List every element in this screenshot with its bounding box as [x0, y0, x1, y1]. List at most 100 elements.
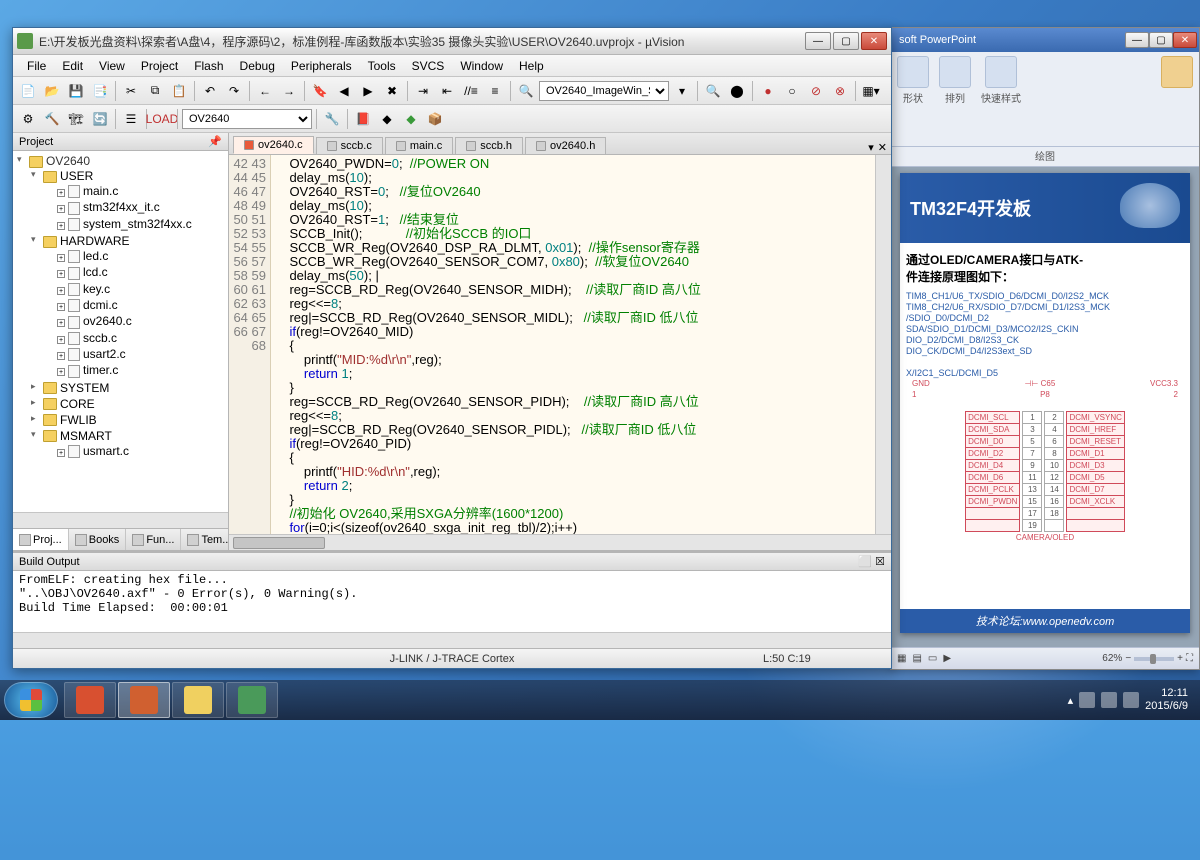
- redo-icon[interactable]: ↷: [223, 80, 245, 102]
- nav-back-icon[interactable]: ←: [254, 80, 276, 102]
- options-icon[interactable]: 🔧: [321, 108, 343, 130]
- tray-expand-icon[interactable]: ▴: [1068, 694, 1074, 707]
- tree-file[interactable]: +led.c: [43, 248, 226, 264]
- ppt-view-sorter-icon[interactable]: ▤: [912, 653, 921, 664]
- open-file-icon[interactable]: 📂: [41, 80, 63, 102]
- tree-group-system[interactable]: SYSTEM: [29, 380, 226, 396]
- task-powerpoint[interactable]: [118, 682, 170, 718]
- tab-list-dropdown-icon[interactable]: ▾: [868, 141, 874, 154]
- save-all-icon[interactable]: 📑: [89, 80, 111, 102]
- tree-file[interactable]: +key.c: [43, 281, 226, 297]
- tree-file[interactable]: +stm32f4xx_it.c: [43, 199, 226, 215]
- tree-group-msmart[interactable]: MSMART+usmart.c: [29, 428, 226, 460]
- ribbon-group[interactable]: 快速样式: [981, 56, 1021, 105]
- menu-svcs[interactable]: SVCS: [404, 59, 453, 73]
- tree-file[interactable]: +usmart.c: [43, 443, 226, 459]
- menu-flash[interactable]: Flash: [186, 59, 231, 73]
- bottom-tab[interactable]: Fun...: [126, 529, 181, 550]
- manage-books-icon[interactable]: 📕: [352, 108, 374, 130]
- manage-rte-icon[interactable]: ◆: [400, 108, 422, 130]
- editor-hscrollbar[interactable]: [229, 534, 891, 550]
- paste-icon[interactable]: 📋: [168, 80, 190, 102]
- build-icon[interactable]: 🔨: [41, 108, 63, 130]
- menu-tools[interactable]: Tools: [360, 59, 404, 73]
- tab-close-icon[interactable]: ✕: [878, 141, 887, 154]
- menu-help[interactable]: Help: [511, 59, 552, 73]
- tree-group-user[interactable]: USER+main.c+stm32f4xx_it.c+system_stm32f…: [29, 168, 226, 233]
- batch-build-icon[interactable]: ☰: [120, 108, 142, 130]
- pack-installer-icon[interactable]: 📦: [424, 108, 446, 130]
- tree-hscrollbar[interactable]: [13, 512, 228, 528]
- undo-icon[interactable]: ↶: [199, 80, 221, 102]
- ppt-close-button[interactable]: ✕: [1173, 32, 1197, 48]
- taskbar-clock[interactable]: 12:11 2015/6/9: [1145, 687, 1188, 713]
- outdent-icon[interactable]: ⇤: [436, 80, 458, 102]
- tray-network-icon[interactable]: [1101, 692, 1117, 708]
- bookmark-next-icon[interactable]: ▶: [357, 80, 379, 102]
- task-explorer[interactable]: [172, 682, 224, 718]
- zoom-in-icon[interactable]: +: [1177, 653, 1183, 664]
- ppt-slide-area[interactable]: TM32F4开发板 通过OLED/CAMERA接口与ATK- 件连接原理图如下：…: [891, 167, 1199, 647]
- tree-file[interactable]: +dcmi.c: [43, 297, 226, 313]
- bottom-tab[interactable]: Proj...: [13, 529, 69, 550]
- debug-icon[interactable]: 🔍: [702, 80, 724, 102]
- zoom-slider[interactable]: [1134, 657, 1174, 661]
- bookmark-icon[interactable]: 🔖: [309, 80, 331, 102]
- tray-flag-icon[interactable]: [1079, 692, 1095, 708]
- menu-debug[interactable]: Debug: [232, 59, 283, 73]
- menu-file[interactable]: File: [19, 59, 54, 73]
- tray-volume-icon[interactable]: [1123, 692, 1139, 708]
- zoom-out-icon[interactable]: −: [1125, 653, 1131, 664]
- build-output-body[interactable]: FromELF: creating hex file... "..\OBJ\OV…: [13, 571, 891, 632]
- indent-icon[interactable]: ⇥: [412, 80, 434, 102]
- nav-forward-icon[interactable]: →: [278, 80, 300, 102]
- ppt-maximize-button[interactable]: ▢: [1149, 32, 1173, 48]
- ribbon-group[interactable]: 排列: [939, 56, 971, 105]
- uncomment-icon[interactable]: ≡: [484, 80, 506, 102]
- tree-group-fwlib[interactable]: FWLIB: [29, 412, 226, 428]
- ppt-view-normal-icon[interactable]: ▦: [897, 653, 906, 664]
- menu-window[interactable]: Window: [452, 59, 511, 73]
- rebuild-icon[interactable]: 🔄: [89, 108, 111, 130]
- project-tree[interactable]: OV2640USER+main.c+stm32f4xx_it.c+system_…: [13, 151, 228, 512]
- enable-breakpoint-icon[interactable]: ○: [781, 80, 803, 102]
- editor-vscrollbar[interactable]: [875, 155, 891, 534]
- tree-file[interactable]: +timer.c: [43, 362, 226, 378]
- fit-icon[interactable]: ⛶: [1186, 653, 1193, 664]
- menu-view[interactable]: View: [91, 59, 133, 73]
- find-in-files-icon[interactable]: 🔍: [515, 80, 537, 102]
- menu-peripherals[interactable]: Peripherals: [283, 59, 360, 73]
- close-button[interactable]: ✕: [861, 32, 887, 50]
- menu-project[interactable]: Project: [133, 59, 186, 73]
- task-pdf[interactable]: [64, 682, 116, 718]
- file-tab[interactable]: sccb.h: [455, 137, 523, 154]
- window-layout-icon[interactable]: ▦▾: [860, 80, 882, 102]
- comment-icon[interactable]: //≡: [460, 80, 482, 102]
- translate-icon[interactable]: ⚙: [17, 108, 39, 130]
- code-view[interactable]: 42 43 44 45 46 47 48 49 50 51 52 53 54 5…: [229, 155, 891, 534]
- find-next-icon[interactable]: ▾: [671, 80, 693, 102]
- menu-edit[interactable]: Edit: [54, 59, 91, 73]
- file-tab[interactable]: ov2640.c: [233, 136, 314, 154]
- build-close-icon[interactable]: ☒: [875, 556, 885, 568]
- build-pin-icon[interactable]: ⬜: [858, 556, 872, 568]
- new-file-icon[interactable]: 📄: [17, 80, 39, 102]
- ppt-view-reading-icon[interactable]: ▭: [928, 653, 937, 664]
- tree-group-core[interactable]: CORE: [29, 396, 226, 412]
- insert-breakpoint-icon[interactable]: ●: [757, 80, 779, 102]
- file-tab[interactable]: main.c: [385, 137, 453, 154]
- disable-breakpoint-icon[interactable]: ⊘: [805, 80, 827, 102]
- find-combo[interactable]: OV2640_ImageWin_Set: [539, 81, 669, 101]
- tree-group-hardware[interactable]: HARDWARE+led.c+lcd.c+key.c+dcmi.c+ov2640…: [29, 233, 226, 380]
- bookmark-prev-icon[interactable]: ◀: [333, 80, 355, 102]
- tree-file[interactable]: +lcd.c: [43, 264, 226, 280]
- build-hscrollbar[interactable]: [13, 632, 891, 648]
- tree-target[interactable]: OV2640USER+main.c+stm32f4xx_it.c+system_…: [15, 153, 226, 461]
- target-combo[interactable]: OV2640: [182, 109, 312, 129]
- start-button[interactable]: [4, 682, 58, 718]
- keil-title-bar[interactable]: E:\开发板光盘资料\探索者\A盘\4，程序源码\2，标准例程-库函数版本\实验…: [13, 28, 891, 55]
- tree-file[interactable]: +sccb.c: [43, 330, 226, 346]
- system-tray[interactable]: ▴ 12:11 2015/6/9: [1060, 687, 1196, 713]
- task-wps[interactable]: [226, 682, 278, 718]
- breakpoint-icon[interactable]: ⬤: [726, 80, 748, 102]
